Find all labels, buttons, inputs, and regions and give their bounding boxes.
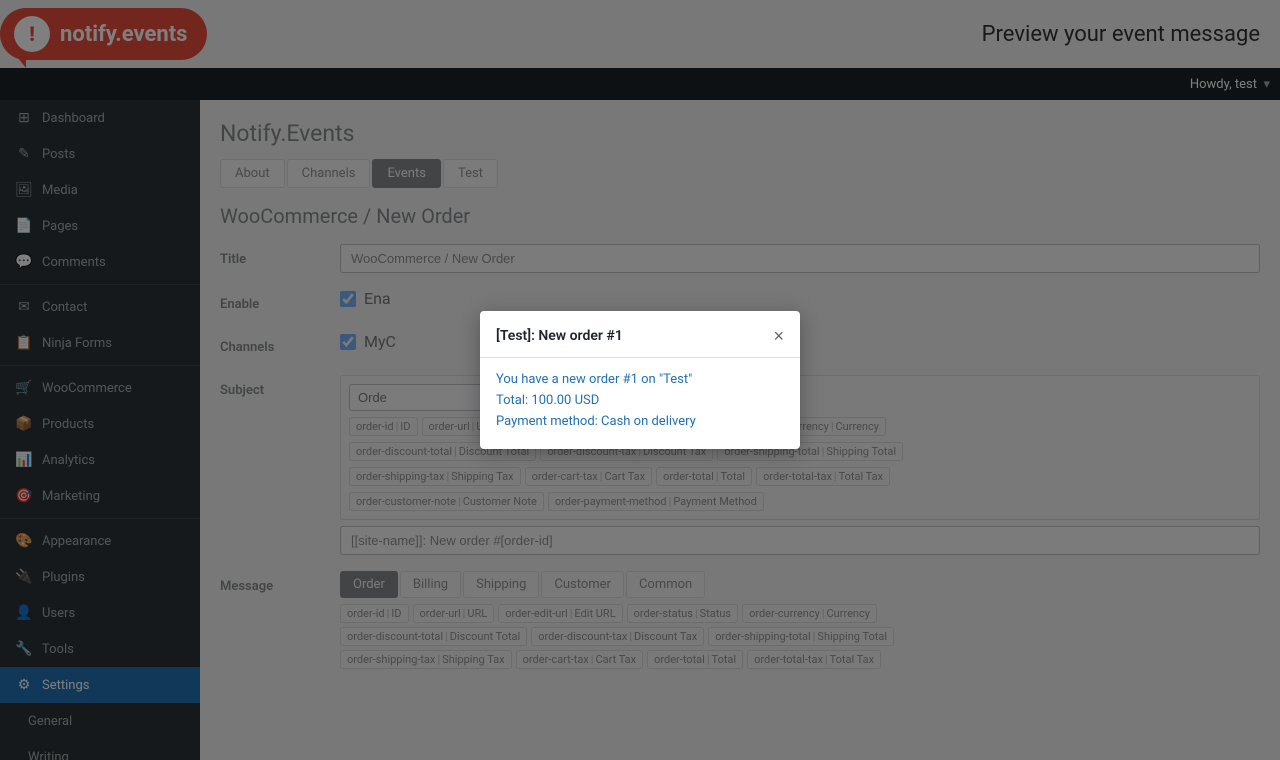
modal-order-link[interactable]: #1 — [623, 372, 638, 387]
modal-body: You have a new order #1 on "Test" Total:… — [496, 370, 784, 432]
modal-overlay[interactable]: [Test]: New order #1 × You have a new or… — [0, 0, 1280, 760]
modal-title: [Test]: New order #1 — [496, 328, 623, 344]
modal-line1-post: on "Test" — [638, 372, 692, 387]
modal-divider — [480, 357, 800, 358]
modal-close-button[interactable]: × — [773, 327, 784, 345]
modal-line1-pre: You have a new order — [496, 372, 623, 387]
modal-header: [Test]: New order #1 × — [496, 327, 784, 345]
preview-modal: [Test]: New order #1 × You have a new or… — [480, 311, 800, 448]
modal-line2: Total: 100.00 USD — [496, 391, 784, 412]
modal-line1: You have a new order #1 on "Test" — [496, 370, 784, 391]
modal-line3: Payment method: Cash on delivery — [496, 412, 784, 433]
